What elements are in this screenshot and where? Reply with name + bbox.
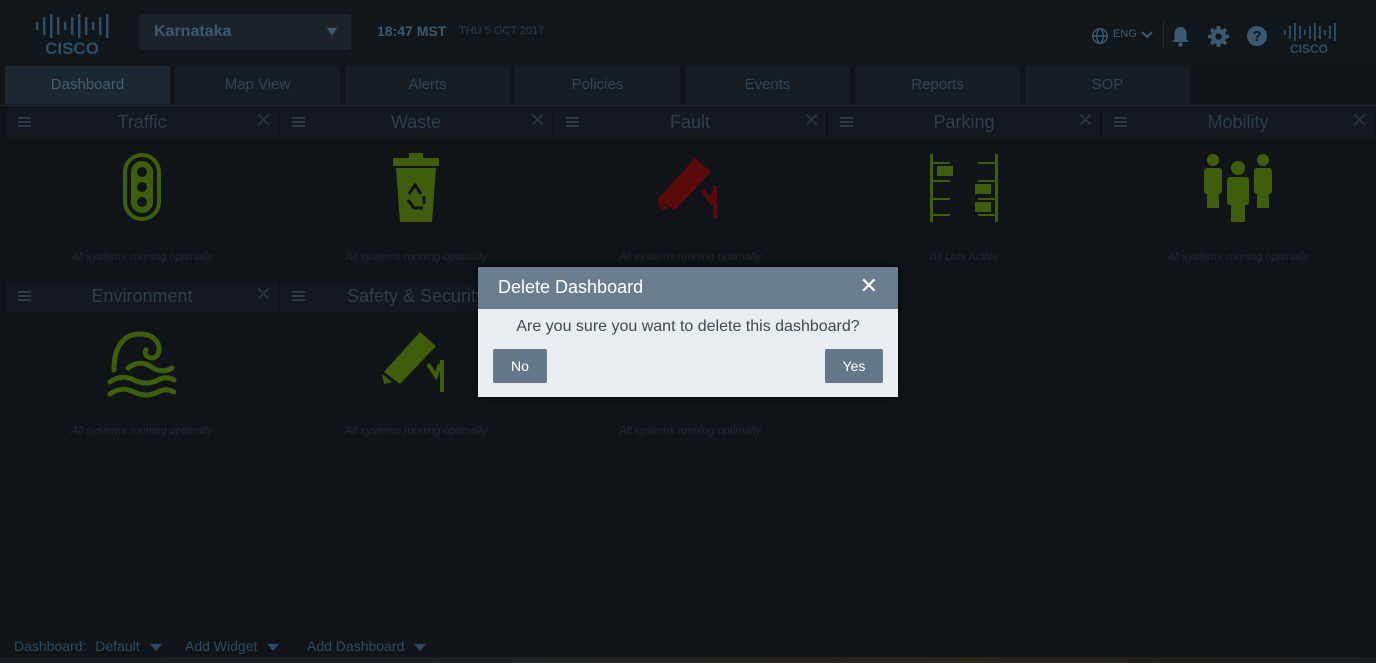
widget-status: All systems running optimally [71, 425, 213, 437]
traffic-light-icon [6, 152, 278, 224]
widget-title: Parking [933, 112, 995, 132]
chevron-down-icon [327, 28, 337, 36]
widget-title: Traffic [117, 112, 167, 132]
close-icon[interactable]: ✕ [1077, 111, 1094, 131]
widget-status: All systems running optimally [345, 425, 487, 437]
add-dashboard-label: Add Dashboard [307, 638, 405, 654]
close-icon[interactable]: ✕ [1351, 111, 1368, 131]
chevron-down-icon [267, 643, 280, 651]
widget-status: All systems running optimally [619, 251, 761, 263]
widget-title: Waste [390, 112, 442, 132]
camera-fault-icon [554, 152, 826, 224]
widget-header: Waste ✕ [280, 108, 552, 138]
dialog-message: Are you sure you want to delete this das… [516, 318, 860, 335]
widget-fault[interactable]: Fault ✕ All systems running optimally [554, 108, 826, 276]
add-widget-label: Add Widget [185, 638, 258, 654]
widget-status: All systems running optimally [71, 251, 213, 263]
recycle-bin-icon [280, 152, 552, 224]
widget-waste[interactable]: Waste ✕ All systems running optimally [280, 108, 552, 276]
widget-status: All systems running optimally [345, 251, 487, 263]
tab-map-view[interactable]: Map View [175, 66, 340, 104]
dashboard-selector-value: Default [95, 638, 140, 654]
close-icon[interactable]: ✕ [255, 111, 272, 131]
widget-title: Mobility [1207, 112, 1269, 132]
parking-icon [828, 152, 1100, 224]
widget-header: Environment ✕ [6, 282, 278, 312]
widget-status: All systems running optimally [619, 425, 761, 437]
clock-time: 18:47 MST [377, 23, 447, 39]
tab-events[interactable]: Events [685, 66, 850, 104]
tab-policies[interactable]: Policies [515, 66, 680, 104]
widget-title: Environment [91, 286, 193, 306]
tab-dashboard[interactable]: Dashboard [5, 66, 170, 104]
widget-parking[interactable]: Parking ✕ All Lots Active [828, 108, 1100, 276]
add-widget-button[interactable]: Add Widget [185, 638, 280, 654]
people-icon [1102, 152, 1374, 224]
close-icon[interactable]: ✕ [860, 275, 878, 297]
globe-icon[interactable] [1091, 27, 1109, 45]
gear-icon[interactable] [1207, 25, 1230, 48]
help-icon[interactable]: ? [1246, 25, 1268, 47]
add-dashboard-button[interactable]: Add Dashboard [307, 638, 427, 654]
no-button[interactable]: No [493, 349, 547, 383]
close-icon[interactable]: ✕ [803, 111, 820, 131]
main-tabs: Dashboard Map View Alerts Policies Event… [0, 66, 1376, 106]
header-divider [1163, 22, 1164, 48]
dashboard-selector[interactable]: Dashboard: Default [14, 638, 162, 654]
city-dropdown[interactable]: Karnataka [139, 14, 351, 50]
tab-reports[interactable]: Reports [855, 66, 1020, 104]
bell-icon[interactable] [1170, 25, 1191, 47]
tab-alerts[interactable]: Alerts [345, 66, 510, 104]
widget-header: Traffic ✕ [6, 108, 278, 138]
widget-header: Fault ✕ [554, 108, 826, 138]
widget-status: All systems running optimally [1167, 251, 1309, 263]
widget-traffic[interactable]: Traffic ✕ All systems running optimally [6, 108, 278, 276]
dialog-header: Delete Dashboard ✕ [478, 267, 898, 309]
delete-dashboard-dialog: Delete Dashboard ✕ Are you sure you want… [478, 267, 898, 397]
clock-date: THU 5 OCT 2017 [459, 25, 545, 37]
widget-status: All Lots Active [929, 251, 999, 263]
chevron-down-icon [414, 643, 427, 651]
widget-title: Fault [669, 112, 711, 132]
widget-environment[interactable]: Environment ✕ All systems running optima… [6, 282, 278, 450]
city-dropdown-value: Karnataka [154, 23, 232, 40]
widget-mobility[interactable]: Mobility ✕ All systems running optimally [1102, 108, 1374, 276]
background-strip [0, 657, 1376, 663]
language-selector[interactable]: ENG [1113, 28, 1137, 40]
svg-text:?: ? [1252, 28, 1261, 45]
cisco-logo: CISCO [1284, 23, 1336, 56]
svg-text:CISCO: CISCO [1290, 42, 1328, 56]
cisco-logo: CISCO [36, 14, 109, 58]
svg-text:CISCO: CISCO [45, 39, 99, 58]
widget-header: Mobility ✕ [1102, 108, 1374, 138]
chevron-down-icon [149, 643, 162, 651]
close-icon[interactable]: ✕ [255, 285, 272, 305]
close-icon[interactable]: ✕ [529, 111, 546, 131]
dialog-title: Delete Dashboard [498, 277, 644, 297]
app-header: CISCO Karnataka 18:47 MST THU 5 OCT 2017… [0, 0, 1376, 66]
chevron-down-icon[interactable] [1140, 30, 1154, 40]
wave-icon [6, 326, 278, 398]
dashboard-selector-label: Dashboard: [14, 638, 87, 654]
widget-header: Parking ✕ [828, 108, 1100, 138]
yes-button[interactable]: Yes [825, 349, 883, 383]
tab-sop[interactable]: SOP [1025, 66, 1190, 104]
